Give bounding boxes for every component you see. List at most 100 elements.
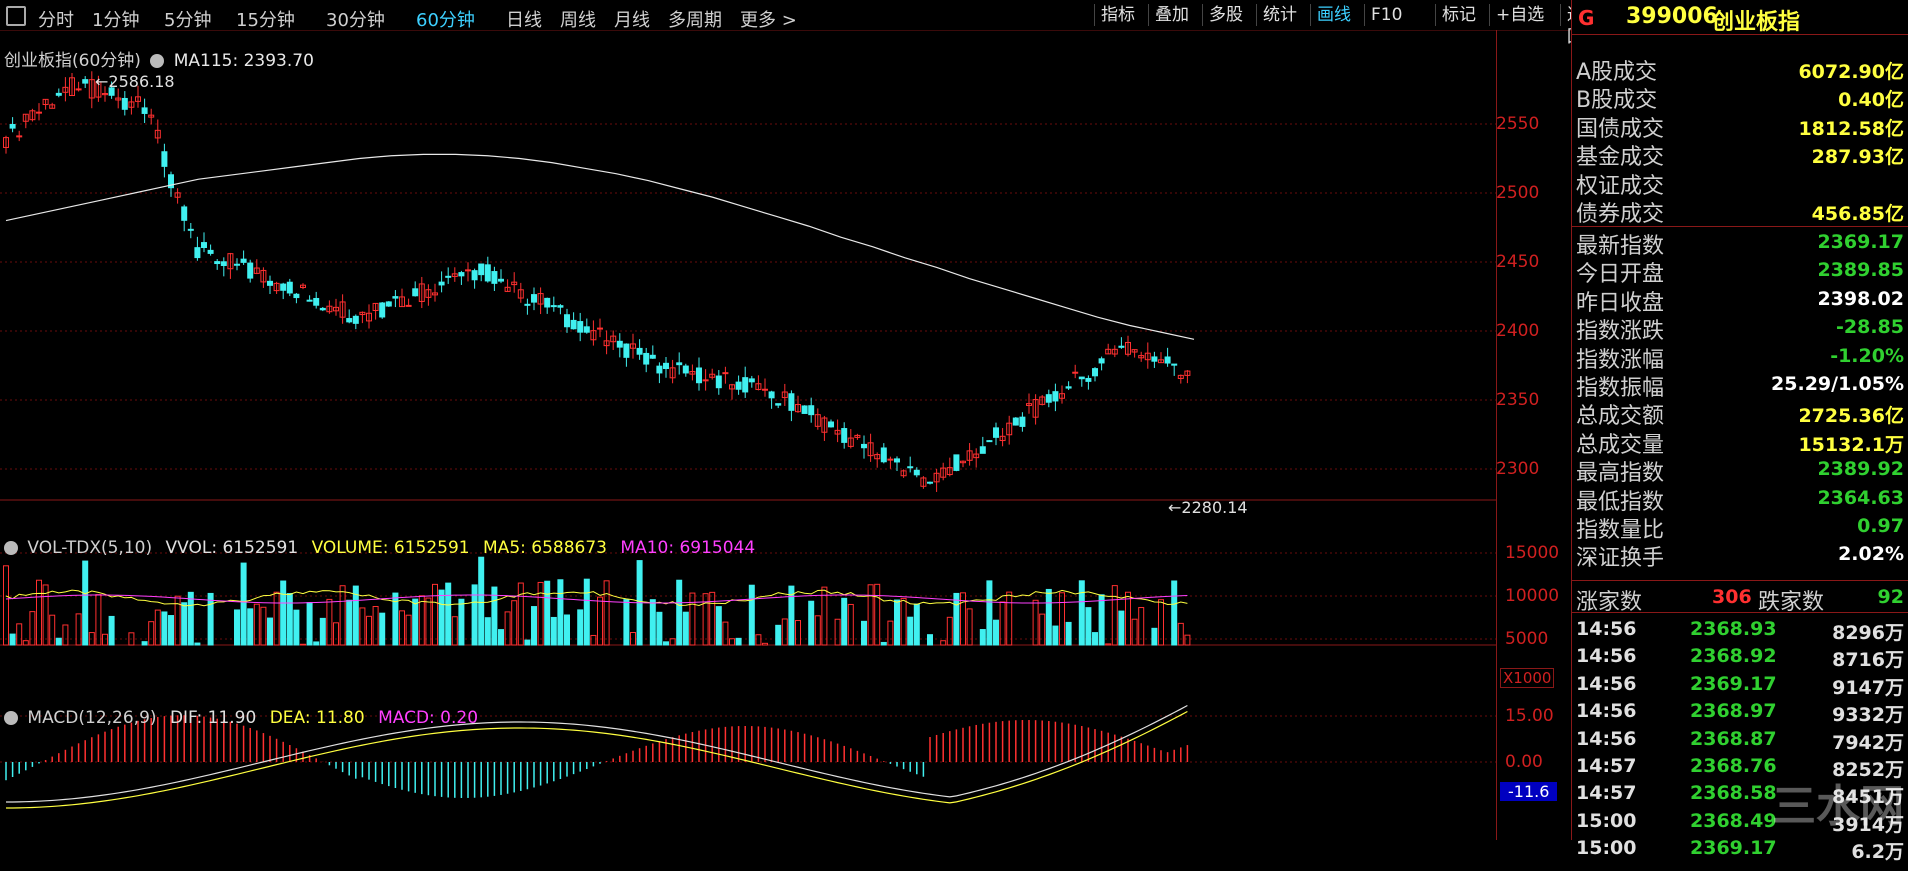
- volume-bar: [913, 603, 920, 646]
- macd-legend: MACD(12,26,9) DIF: 11.90 DEA: 11.80 MACD…: [4, 708, 478, 728]
- sidebar-header: G 399006 创业板指: [1572, 0, 1908, 35]
- period-tab[interactable]: 60分钟: [416, 6, 475, 32]
- tick-price: 2368.49: [1690, 809, 1777, 832]
- candlestick-chart[interactable]: [0, 31, 1572, 871]
- period-tab[interactable]: 月线: [614, 6, 650, 32]
- candle-body: [1012, 417, 1019, 426]
- quote-label: 基金成交: [1576, 145, 1665, 171]
- candle-body: [491, 271, 498, 284]
- candle-body: [16, 135, 23, 138]
- toolbar-button[interactable]: 指标: [1094, 4, 1141, 26]
- volume-bar: [834, 618, 841, 646]
- quote-value: 2.02%: [1838, 543, 1904, 566]
- candle-body: [220, 261, 227, 267]
- candle-body: [676, 362, 683, 366]
- quote-label: 权证成交: [1576, 173, 1665, 199]
- candle-body: [715, 375, 722, 389]
- candle-body: [280, 283, 287, 291]
- period-tab[interactable]: 多周期: [668, 6, 722, 32]
- volume-bar: [775, 624, 782, 646]
- period-tab[interactable]: 5分钟: [164, 6, 211, 32]
- volume-bar: [161, 611, 168, 646]
- volume-bar: [524, 639, 531, 646]
- high-label: ←2586.18: [95, 72, 175, 91]
- toolbar-button[interactable]: +自选: [1489, 4, 1550, 26]
- volume-bar: [148, 621, 155, 646]
- candle-body: [214, 261, 221, 265]
- index-code: 399006: [1626, 4, 1718, 29]
- quote-row: 债券成交 456.85亿: [1572, 196, 1908, 227]
- tick-row: 14:56 2368.93 8296万: [1572, 616, 1908, 644]
- tick-row: 15:00 2369.17 6.2万: [1572, 835, 1908, 863]
- macd-tick-label: 0.00: [1505, 752, 1543, 772]
- period-tab[interactable]: 更多 >: [740, 6, 797, 32]
- volume-bar: [102, 633, 108, 646]
- period-tab[interactable]: 30分钟: [326, 6, 385, 32]
- volume-bar: [333, 622, 339, 646]
- chart-symbol[interactable]: 创业板指(60分钟): [4, 51, 141, 71]
- period-tab[interactable]: 1分钟: [92, 6, 139, 32]
- candle-body: [550, 305, 557, 308]
- sidebar-separator: [1571, 0, 1572, 840]
- candle-body: [478, 263, 485, 276]
- candle-body: [557, 305, 564, 308]
- period-tab[interactable]: 分时: [38, 6, 74, 32]
- period-tab[interactable]: 日线: [506, 6, 542, 32]
- volume-bar: [907, 616, 914, 646]
- volume-bar: [544, 580, 551, 646]
- candle-body: [181, 206, 188, 221]
- toolbar-button[interactable]: 多股: [1202, 4, 1249, 26]
- tick-vol: 9332万: [1832, 704, 1904, 727]
- macd-cursor-value: -11.6: [1500, 782, 1558, 801]
- dif-value: DIF: 11.90: [169, 708, 257, 728]
- candle-body: [597, 327, 603, 330]
- toolbar-button[interactable]: 叠加: [1148, 4, 1195, 26]
- candle-body: [352, 315, 359, 324]
- chevron-down-icon[interactable]: [150, 54, 165, 68]
- candle-body: [861, 443, 867, 449]
- volume-bar: [458, 598, 465, 646]
- period-tab[interactable]: 周线: [560, 6, 596, 32]
- volume-bar: [715, 606, 722, 646]
- chevron-down-icon[interactable]: [4, 541, 18, 555]
- quote-row: 指数涨跌 -28.85: [1572, 313, 1908, 344]
- volume-bar: [762, 642, 768, 646]
- volume-bar: [874, 583, 881, 646]
- volume-bar: [880, 641, 887, 646]
- candle-body: [748, 378, 755, 383]
- candle-body: [75, 88, 82, 91]
- volume-bar: [946, 616, 953, 646]
- chevron-down-icon[interactable]: [4, 711, 18, 725]
- candle-body: [36, 111, 42, 114]
- volume-bar: [669, 638, 676, 646]
- volume-bar: [583, 578, 590, 646]
- toolbar-button[interactable]: F10: [1364, 4, 1408, 26]
- candle-body: [484, 264, 491, 282]
- y-tick-label: 2450: [1496, 252, 1540, 272]
- candle-body: [643, 352, 650, 365]
- toolbar-button[interactable]: 统计: [1256, 4, 1303, 26]
- toolbar-button[interactable]: 标记: [1435, 4, 1482, 26]
- vol-tick-label: 10000: [1505, 586, 1560, 606]
- tick-time: 14:57: [1576, 782, 1637, 805]
- quote-row: 昨日收盘 2398.02: [1572, 285, 1908, 316]
- quote-label: B股成交: [1576, 88, 1658, 114]
- volume-bar: [432, 583, 438, 646]
- volume-bar: [3, 565, 9, 646]
- volume-bar: [1045, 588, 1052, 646]
- volume-bar: [181, 602, 188, 646]
- volume-bar: [722, 621, 729, 646]
- toolbar-button[interactable]: 画线: [1310, 4, 1357, 26]
- app-menu-icon[interactable]: [6, 6, 26, 26]
- candle-body: [1164, 356, 1171, 364]
- candle-body: [742, 377, 749, 393]
- volume-bar: [194, 642, 201, 646]
- candle-body: [927, 481, 933, 484]
- dea-value: DEA: 11.80: [269, 708, 365, 728]
- period-tab[interactable]: 15分钟: [236, 6, 295, 32]
- volume-bar: [1171, 580, 1178, 646]
- candle-body: [161, 151, 168, 167]
- volume-bar: [1118, 610, 1125, 646]
- quote-sidebar: G 399006 创业板指 A股成交 6072.90亿 B股成交 0.40亿 国债成交 1…: [1572, 0, 1908, 863]
- volume-bar: [313, 641, 320, 646]
